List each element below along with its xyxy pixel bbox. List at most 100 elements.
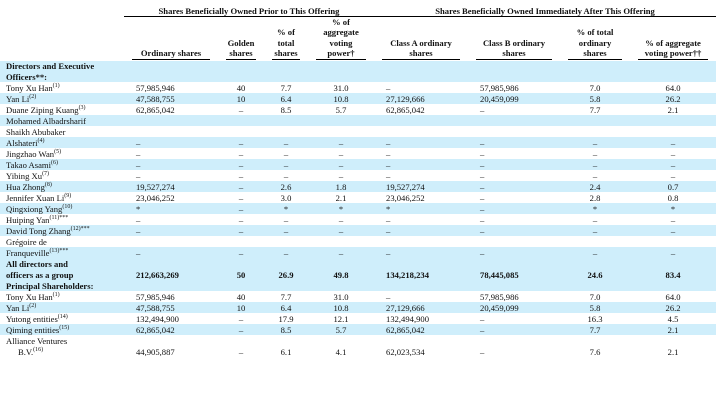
table-row: Mohamed Albadrsharif xyxy=(0,114,716,126)
table-cell: 47,588,755 xyxy=(124,92,218,104)
table-cell: 47,588,755 xyxy=(124,301,218,313)
table-row: B.V.(16) 44,905,887 – 6.1 4.1 62,023,534 – 7.6 2… xyxy=(0,346,716,357)
col-header: Ordinary shares xyxy=(124,17,218,62)
column-header-row: Ordinary shares Golden shares % of total… xyxy=(0,17,716,62)
table-cell: 2.8 xyxy=(589,192,601,203)
table-cell: – xyxy=(136,214,141,225)
table-cell: 134,218,234 xyxy=(374,268,469,280)
row-label: Shaikh Abubaker xyxy=(0,126,124,137)
row-label-text: Yutong entities xyxy=(6,313,58,324)
table-cell: – xyxy=(592,170,598,181)
table-cell xyxy=(124,126,218,137)
table-cell xyxy=(560,236,630,247)
row-label-text: Qingxiong Yang xyxy=(6,203,63,214)
table-cell: 10 xyxy=(218,301,264,313)
footnote-ref: (2) xyxy=(29,302,37,309)
row-label: Yan Li(2) xyxy=(0,301,124,313)
table-cell: – xyxy=(480,192,485,203)
row-label: Jennifer Xuan Li(9) xyxy=(0,192,124,203)
row-label: Qingxiong Yang(10) xyxy=(0,202,124,214)
table-cell: 5.7 xyxy=(308,323,375,335)
table-cell: – xyxy=(560,158,631,170)
table-cell: – xyxy=(468,246,561,258)
table-cell: – xyxy=(630,224,716,236)
footnote-ref: (7) xyxy=(42,170,50,177)
table-cell xyxy=(264,236,308,247)
table-cell xyxy=(264,126,308,137)
row-label: Grégoire de xyxy=(0,236,124,247)
table-cell: 83.4 xyxy=(630,268,716,280)
table-cell: – xyxy=(264,246,308,258)
table-cell: 17.9 xyxy=(278,313,294,324)
table-cell: – xyxy=(218,246,264,258)
table-cell: – xyxy=(386,82,391,93)
section-heading: Directors and Executive Officers**: xyxy=(0,61,124,82)
table-row: Franqueville(13)*** – – – – – – – – xyxy=(0,246,716,258)
table-cell: 0.7 xyxy=(630,180,716,192)
table-cell: – xyxy=(560,246,631,258)
table-cell: – xyxy=(283,170,289,181)
row-label: Yibing Xu(7) xyxy=(0,170,124,181)
section-heading: Principal Shareholders: xyxy=(0,279,716,291)
row-label-text: Qiming entities xyxy=(6,324,60,335)
total-row-label: All directors and xyxy=(0,257,124,269)
table-cell: – xyxy=(670,148,676,159)
col-header: % of total ordinary shares xyxy=(560,17,630,62)
table-cell: 7.7 xyxy=(280,82,292,93)
table-cell: – xyxy=(560,136,631,148)
table-cell: * xyxy=(374,202,469,214)
table-cell: 24.6 xyxy=(560,268,631,280)
table-cell: 57,985,986 xyxy=(480,291,519,302)
table-cell xyxy=(374,114,469,126)
section-heading-row: Directors and Executive Officers**: xyxy=(0,61,716,82)
table-cell: 78,445,085 xyxy=(468,268,561,280)
table-cell xyxy=(560,114,631,126)
table-row: Yan Li(2) 47,588,755 10 6.4 10.8 27,129,666 20… xyxy=(0,92,716,104)
table-cell: 3.0 xyxy=(280,192,292,203)
row-label-text: Grégoire de xyxy=(6,236,47,247)
table-cell: 212,663,269 xyxy=(124,268,218,280)
col-header: % of aggregate voting power†† xyxy=(630,17,716,62)
table-cell: 132,494,900 xyxy=(386,313,429,324)
table-cell xyxy=(218,236,264,247)
table-cell: – xyxy=(468,224,561,236)
footnote-ref: (16) xyxy=(33,346,44,353)
table-cell xyxy=(308,114,375,126)
table-cell: – xyxy=(308,136,375,148)
table-cell xyxy=(630,126,716,137)
table-cell: 57,985,946 xyxy=(136,291,175,302)
table-cell: 7.6 xyxy=(589,346,601,357)
row-label-text: Yan Li xyxy=(6,302,30,313)
table-row-line1: Alliance Ventures xyxy=(0,335,716,346)
table-cell: 8.5 xyxy=(280,104,292,115)
table-cell: 6.1 xyxy=(280,346,292,357)
row-label: Jingzhao Wan(5) xyxy=(0,148,124,159)
row-label-text: Alshateri xyxy=(6,137,38,148)
table-cell: * xyxy=(124,202,218,214)
table-cell: 40 xyxy=(236,82,246,93)
table-row: Alshateri(4) – – – – – – – – xyxy=(0,136,716,148)
table-cell: 7.0 xyxy=(589,291,601,302)
table-cell: – xyxy=(386,291,391,302)
row-label-text: Franqueville xyxy=(6,247,50,258)
table-cell: – xyxy=(218,224,264,236)
footnote-ref: (13)*** xyxy=(49,247,69,254)
table-cell: * xyxy=(308,202,375,214)
row-label-text: B.V. xyxy=(18,346,34,357)
row-label: Yutong entities(14) xyxy=(0,313,124,324)
table-cell: 8.5 xyxy=(264,323,308,335)
row-label: Mohamed Albadrsharif xyxy=(0,114,124,126)
table-cell: 31.0 xyxy=(333,291,349,302)
table-cell: 2.1 xyxy=(630,323,716,335)
table-cell: 62,865,042 xyxy=(386,104,425,115)
table-row: Jingzhao Wan(5) – – – – – – – – xyxy=(0,148,716,159)
table-cell: 62,023,534 xyxy=(386,346,425,357)
table-cell: – xyxy=(308,224,375,236)
row-label-text: Jennifer Xuan Li xyxy=(6,192,65,203)
footnote-ref: (12)*** xyxy=(70,225,90,232)
row-label-text: Tony Xu Han xyxy=(6,291,53,302)
table-cell: – xyxy=(386,214,391,225)
table-cell: – xyxy=(136,170,141,181)
table-cell: 7.7 xyxy=(280,291,292,302)
row-label: Tony Xu Han(1) xyxy=(0,291,124,302)
